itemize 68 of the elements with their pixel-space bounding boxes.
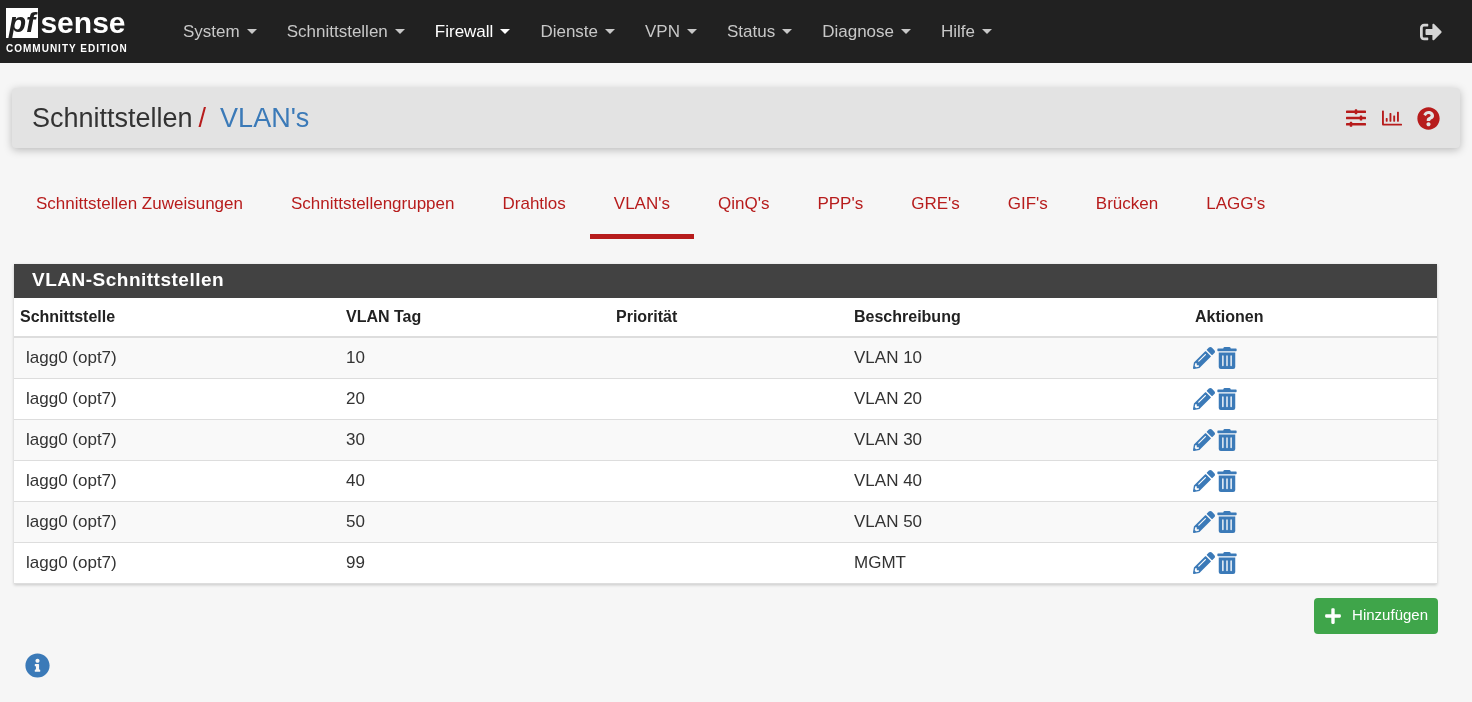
trash-icon[interactable] (1217, 469, 1237, 492)
caret-icon (901, 29, 911, 34)
nav-menu[interactable]: Hilfe (926, 10, 1008, 53)
tab[interactable]: GRE's (887, 179, 984, 239)
tab[interactable]: Brücken (1071, 179, 1183, 239)
caret-icon (500, 29, 511, 34)
trash-icon[interactable] (1217, 510, 1237, 533)
table-cell-text: 10 (346, 346, 366, 369)
nav-menu[interactable]: Firewall (419, 10, 526, 53)
tab[interactable]: Schnittstellengruppen (266, 179, 479, 239)
nav-menu[interactable]: Status (712, 10, 808, 53)
tab[interactable]: Drahtlos (478, 179, 590, 239)
nav-menu[interactable]: System (168, 10, 272, 53)
tab[interactable]: PPP's (793, 179, 888, 239)
table-cell-text: MGMT (854, 551, 907, 574)
table-cell-text: VLAN 40 (854, 469, 924, 492)
table-cell-text: 50 (346, 510, 366, 533)
bar-chart-icon[interactable] (1381, 108, 1403, 128)
table-cell-text: VLAN 50 (854, 510, 924, 533)
logo-mark: pf (6, 7, 39, 38)
tab[interactable]: QinQ's (693, 179, 794, 239)
nav-menu[interactable]: VPN (630, 10, 712, 53)
breadcrumb-separator: / (198, 101, 207, 135)
caret-icon (394, 29, 405, 34)
pencil-icon[interactable] (1193, 469, 1215, 492)
info-icon[interactable] (25, 652, 50, 678)
table-cell-text: 99 (346, 551, 366, 574)
column-header: Priorität (616, 306, 679, 327)
plus-icon (1324, 606, 1343, 625)
table-cell-text: 30 (346, 428, 366, 451)
page-title: Schnittstellen (32, 101, 193, 135)
trash-icon[interactable] (1217, 387, 1237, 410)
tab[interactable]: VLAN's (589, 179, 694, 239)
pencil-icon[interactable] (1193, 551, 1215, 574)
pencil-icon[interactable] (1193, 510, 1215, 533)
column-header: VLAN Tag (346, 306, 423, 327)
trash-icon[interactable] (1217, 346, 1237, 369)
table-cell-text: VLAN 10 (854, 346, 924, 369)
pencil-icon[interactable] (1193, 346, 1215, 369)
breadcrumb-link[interactable]: VLAN's (220, 97, 310, 139)
table-cell-text: 20 (346, 387, 366, 410)
caret-icon (782, 29, 793, 34)
settings-icon[interactable] (1345, 108, 1367, 128)
logo-wordmark: sense (40, 7, 126, 38)
column-header: Schnittstelle (20, 306, 117, 327)
caret-icon (605, 29, 615, 34)
table-cell-text: VLAN 30 (854, 428, 924, 451)
caret-icon (982, 29, 993, 34)
logo-subtitle: COMMUNITY EDITION (6, 41, 129, 56)
tab[interactable]: Schnittstellen Zuweisungen (12, 179, 267, 239)
trash-icon[interactable] (1217, 551, 1237, 574)
nav-menu[interactable]: Dienste (525, 10, 630, 53)
column-header: Aktionen (1195, 306, 1265, 327)
tab[interactable]: GIF's (983, 179, 1072, 239)
panel-header: VLAN-Schnittstellen (14, 263, 1437, 298)
nav-menu[interactable]: Schnittstellen (271, 10, 420, 53)
caret-icon (687, 29, 697, 34)
pencil-icon[interactable] (1193, 428, 1215, 451)
table-cell-text: VLAN 20 (854, 387, 924, 410)
nav-menu[interactable]: Diagnose (807, 10, 926, 53)
add-button[interactable]: Hinzufügen (1314, 597, 1438, 634)
table-cell-text: 40 (346, 469, 366, 492)
tab[interactable]: LAGG's (1182, 179, 1290, 239)
trash-icon[interactable] (1217, 428, 1237, 451)
help-icon[interactable] (1417, 106, 1440, 130)
column-header: Beschreibung (854, 306, 962, 327)
caret-icon (246, 29, 257, 34)
pencil-icon[interactable] (1193, 387, 1215, 410)
